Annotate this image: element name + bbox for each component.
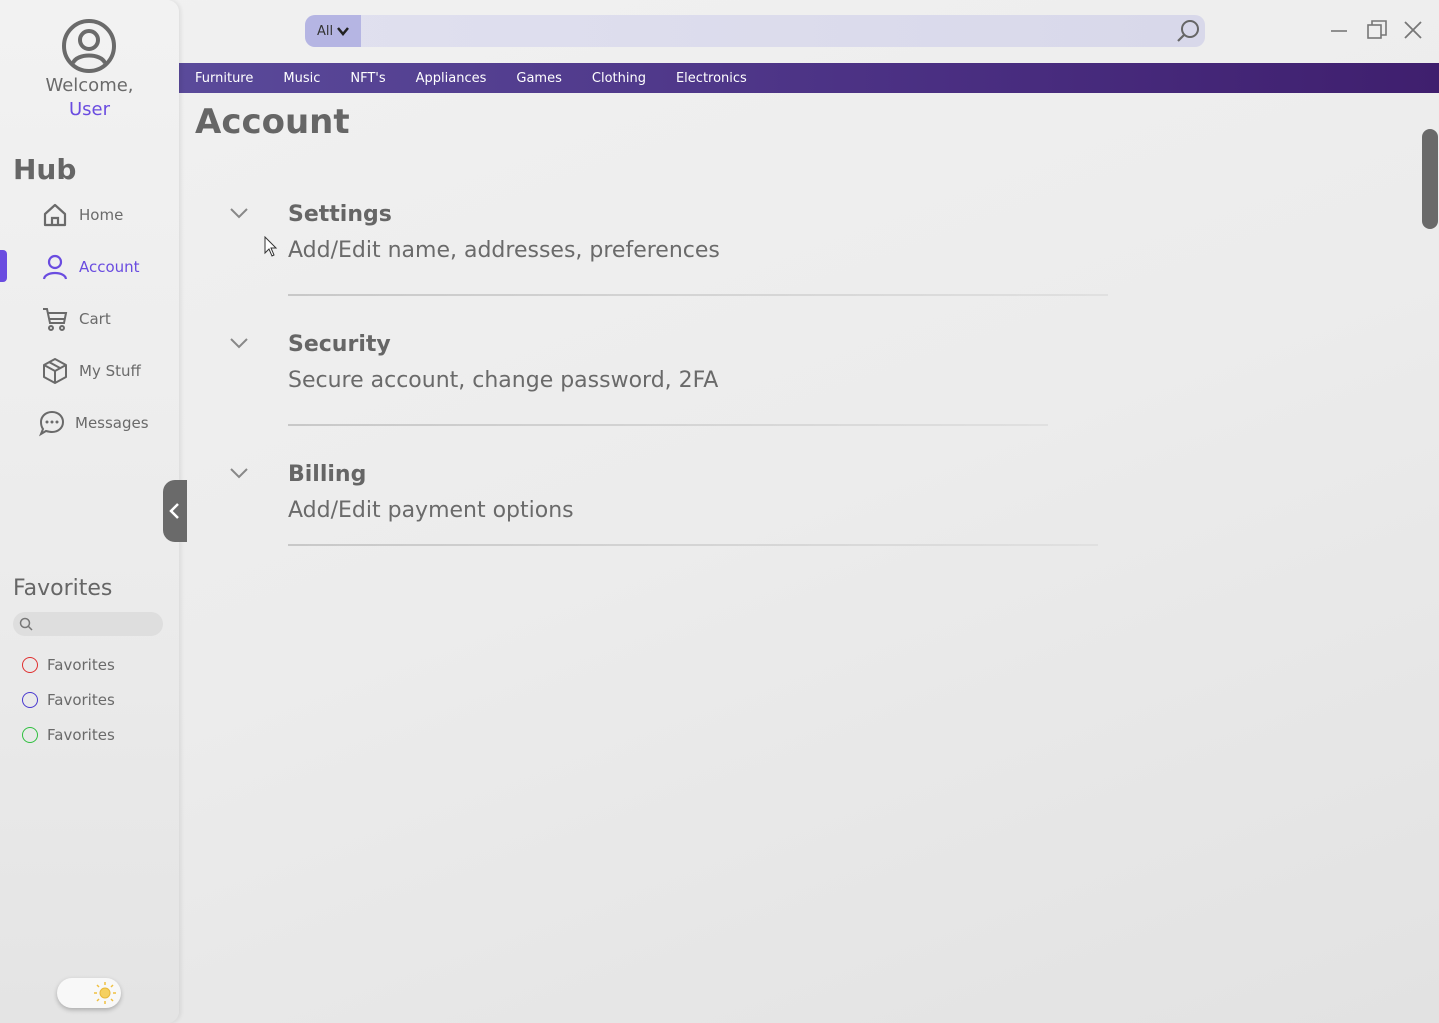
sidebar: Welcome, User Hub Home Account Cart My S… xyxy=(0,0,179,1023)
sidebar-collapse-button[interactable] xyxy=(163,480,187,542)
page-title: Account xyxy=(195,102,350,142)
search-category-label: All xyxy=(316,23,334,39)
section-divider xyxy=(288,294,1108,296)
circle-icon xyxy=(22,692,38,708)
sidebar-item-label: Messages xyxy=(75,414,149,432)
user-icon xyxy=(42,254,68,280)
section-description: Add/Edit payment options xyxy=(288,498,574,523)
circle-icon xyxy=(22,727,38,743)
sidebar-item-label: Home xyxy=(79,206,124,224)
sidebar-item-home[interactable]: Home xyxy=(0,195,179,235)
search-icon xyxy=(19,617,33,631)
sidebar-item-my-stuff[interactable]: My Stuff xyxy=(0,351,179,391)
section-billing[interactable]: Billing Add/Edit payment options xyxy=(228,462,1108,562)
sidebar-item-cart[interactable]: Cart xyxy=(0,299,179,339)
search-bar: All xyxy=(305,15,1205,47)
sidebar-item-label: Account xyxy=(79,258,140,276)
hub-title: Hub xyxy=(13,153,77,186)
favorites-search-input[interactable] xyxy=(13,612,163,636)
welcome-label: Welcome, xyxy=(45,75,134,96)
chevron-down-icon[interactable] xyxy=(228,336,250,350)
search-category-select[interactable]: All xyxy=(305,15,361,47)
category-link-games[interactable]: Games xyxy=(516,71,561,86)
section-description: Add/Edit name, addresses, preferences xyxy=(288,238,720,263)
box-icon xyxy=(43,358,67,384)
search-input[interactable] xyxy=(365,15,1165,47)
category-link-appliances[interactable]: Appliances xyxy=(416,71,487,86)
cart-icon xyxy=(43,308,68,331)
chevron-left-icon xyxy=(169,503,179,519)
section-security[interactable]: Security Secure account, change password… xyxy=(228,332,1108,432)
chevron-down-icon xyxy=(337,27,350,36)
sun-icon xyxy=(94,982,116,1004)
minimize-icon[interactable] xyxy=(1327,18,1351,42)
section-divider xyxy=(288,424,1048,426)
favorites-title: Favorites xyxy=(13,576,113,601)
mouse-cursor-icon xyxy=(264,236,278,257)
category-link-music[interactable]: Music xyxy=(283,71,320,86)
sidebar-item-account[interactable]: Account xyxy=(0,247,179,287)
category-link-nfts[interactable]: NFT's xyxy=(350,71,385,86)
welcome-message: Welcome, User xyxy=(0,74,179,122)
theme-toggle[interactable] xyxy=(57,978,121,1008)
user-avatar-icon[interactable] xyxy=(61,18,117,74)
category-link-furniture[interactable]: Furniture xyxy=(195,71,253,86)
section-title: Security xyxy=(288,332,391,357)
category-link-electronics[interactable]: Electronics xyxy=(676,71,747,86)
close-icon[interactable] xyxy=(1401,18,1425,42)
section-title: Settings xyxy=(288,202,392,227)
chat-icon xyxy=(38,410,65,437)
favorite-item[interactable]: Favorites xyxy=(22,656,115,674)
section-title: Billing xyxy=(288,462,367,487)
chevron-down-icon[interactable] xyxy=(228,466,250,480)
favorite-label: Favorites xyxy=(47,656,115,674)
welcome-username: User xyxy=(68,99,111,120)
scrollbar-thumb[interactable] xyxy=(1422,129,1438,229)
home-icon xyxy=(43,203,67,227)
favorite-label: Favorites xyxy=(47,691,115,709)
section-settings[interactable]: Settings Add/Edit name, addresses, prefe… xyxy=(228,202,1108,302)
favorite-item[interactable]: Favorites xyxy=(22,726,115,744)
category-link-clothing[interactable]: Clothing xyxy=(592,71,646,86)
favorite-label: Favorites xyxy=(47,726,115,744)
sidebar-item-messages[interactable]: Messages xyxy=(0,403,179,443)
maximize-icon[interactable] xyxy=(1365,18,1389,42)
section-divider xyxy=(288,544,1098,546)
section-description: Secure account, change password, 2FA xyxy=(288,368,719,393)
sidebar-item-label: My Stuff xyxy=(79,362,141,380)
favorite-item[interactable]: Favorites xyxy=(22,691,115,709)
circle-icon xyxy=(22,657,38,673)
search-icon[interactable] xyxy=(1175,18,1201,44)
sidebar-item-label: Cart xyxy=(79,310,111,328)
category-nav: Furniture Music NFT's Appliances Games C… xyxy=(179,63,1439,93)
chevron-down-icon[interactable] xyxy=(228,206,250,220)
